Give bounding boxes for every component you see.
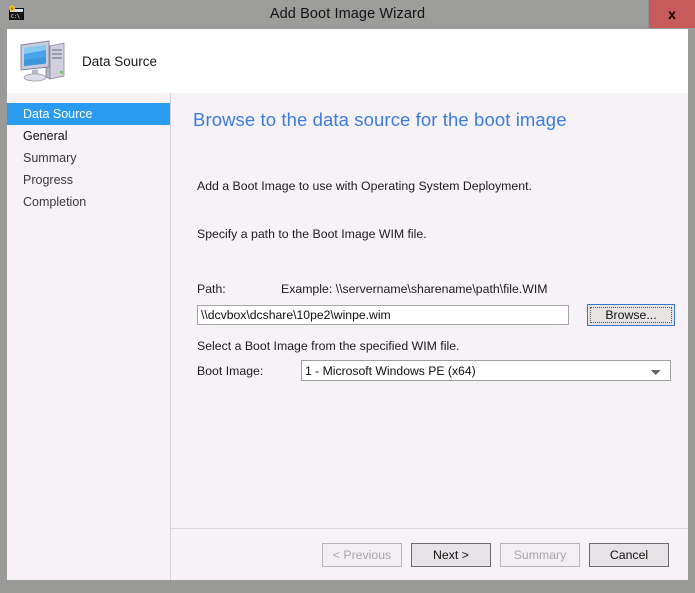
window-title: Add Boot Image Wizard xyxy=(269,6,426,22)
window-bottom-frame xyxy=(0,580,695,593)
sidebar-item-label: Completion xyxy=(23,195,87,209)
instruction-text: Specify a path to the Boot Image WIM fil… xyxy=(197,227,427,241)
wizard-body: Data Source General Summary Progress Com… xyxy=(7,93,688,580)
boot-image-select[interactable]: 1 - Microsoft Windows PE (x64) xyxy=(301,360,671,381)
browse-button-label: Browse... xyxy=(605,308,657,322)
intro-text: Add a Boot Image to use with Operating S… xyxy=(197,179,532,193)
sidebar-item-summary[interactable]: Summary xyxy=(7,147,170,169)
sidebar-item-progress[interactable]: Progress xyxy=(7,169,170,191)
sidebar-item-data-source[interactable]: Data Source xyxy=(7,103,170,125)
previous-button[interactable]: < Previous xyxy=(322,542,402,567)
path-input[interactable] xyxy=(197,305,569,325)
sidebar-item-label: Data Source xyxy=(23,107,93,121)
sidebar-item-label: Summary xyxy=(23,151,77,165)
path-input-row: Browse... xyxy=(197,304,688,326)
computer-icon xyxy=(20,40,65,82)
boot-image-row: Boot Image: 1 - Microsoft Windows PE (x6… xyxy=(197,360,688,381)
path-label-row: Path: Example: \\servername\sharename\pa… xyxy=(197,282,688,296)
browse-button[interactable]: Browse... xyxy=(587,304,675,326)
page-title: Browse to the data source for the boot i… xyxy=(193,109,567,130)
wizard-step-list: Data Source General Summary Progress Com… xyxy=(7,93,171,580)
sidebar-item-completion[interactable]: Completion xyxy=(7,191,170,213)
sidebar-item-general[interactable]: General xyxy=(7,125,170,147)
cancel-button[interactable]: Cancel xyxy=(589,542,669,567)
boot-image-label: Boot Image: xyxy=(197,363,264,378)
wizard-content: Browse to the data source for the boot i… xyxy=(171,93,688,580)
sidebar-item-label: Progress xyxy=(23,173,74,187)
close-icon[interactable]: x xyxy=(648,0,695,28)
wizard-header: Data Source xyxy=(7,29,688,93)
select-hint-text: Select a Boot Image from the specified W… xyxy=(197,339,460,353)
wizard-window: C:\ Add Boot Image Wizard x Data Source xyxy=(0,0,695,593)
summary-button[interactable]: Summary xyxy=(500,542,580,567)
path-example: Example: \\servername\sharename\path\fil… xyxy=(281,282,548,296)
sidebar-item-label: General xyxy=(23,129,68,143)
title-bar: C:\ Add Boot Image Wizard x xyxy=(0,0,695,29)
header-title: Data Source xyxy=(82,53,158,69)
wizard-footer: < Previous Next > Summary Cancel xyxy=(171,529,688,580)
next-button[interactable]: Next > xyxy=(411,542,491,567)
path-label: Path: xyxy=(197,282,226,296)
